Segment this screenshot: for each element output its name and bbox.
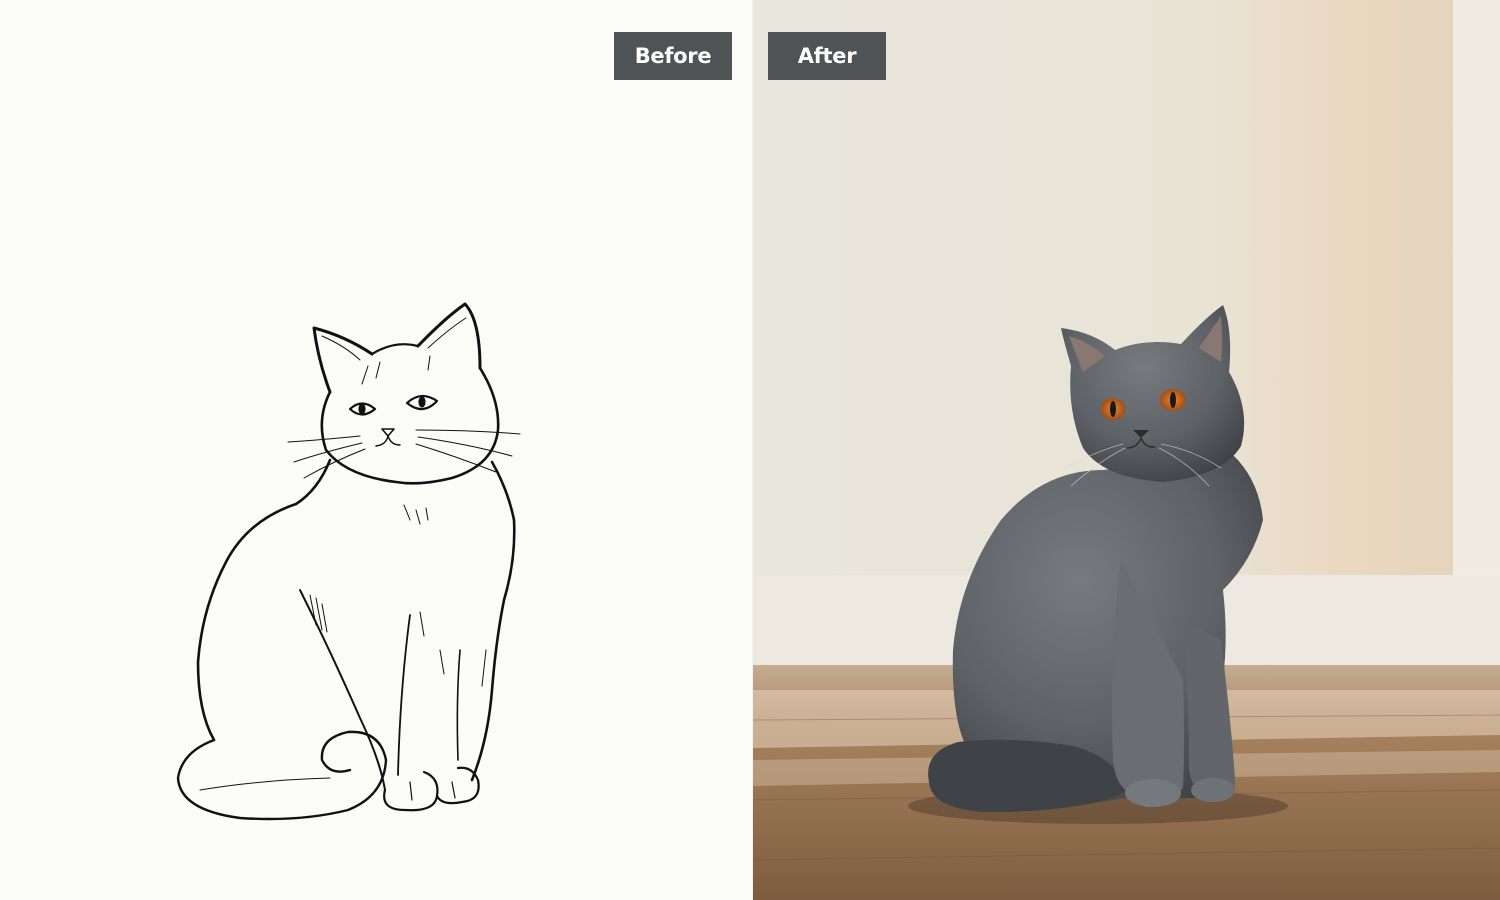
cat-photo	[753, 0, 1500, 900]
after-label: After	[768, 32, 886, 80]
after-panel	[753, 0, 1500, 900]
before-label: Before	[614, 32, 732, 80]
before-panel	[0, 0, 752, 900]
cat-line-drawing	[176, 302, 521, 821]
